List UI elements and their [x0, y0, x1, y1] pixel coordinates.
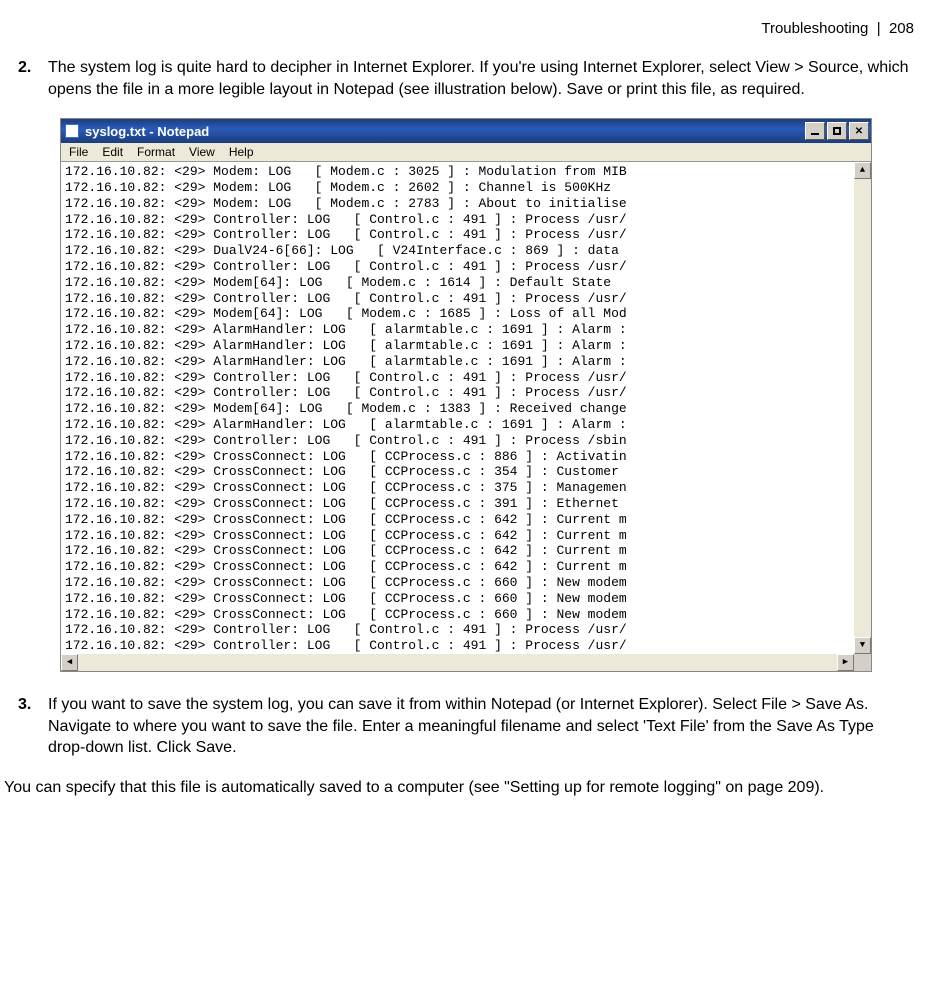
window-title: syslog.txt - Notepad	[85, 124, 805, 139]
step-text: If you want to save the system log, you …	[46, 694, 914, 759]
notepad-window: syslog.txt - Notepad File Edit Format Vi…	[60, 118, 872, 672]
close-button[interactable]	[849, 122, 869, 140]
step-number: 2.	[18, 57, 46, 100]
document-icon	[65, 124, 79, 138]
menu-view[interactable]: View	[189, 145, 215, 159]
scroll-right-icon[interactable]: ▶	[837, 654, 854, 671]
menu-format[interactable]: Format	[137, 145, 175, 159]
menu-help[interactable]: Help	[229, 145, 254, 159]
scroll-down-icon[interactable]: ▼	[854, 637, 871, 654]
scroll-up-icon[interactable]: ▲	[854, 162, 871, 179]
step-number: 3.	[18, 694, 46, 759]
vertical-scrollbar[interactable]: ▲ ▼	[854, 162, 871, 654]
page-number: 208	[889, 20, 914, 37]
horizontal-scrollbar[interactable]: ◀ ▶	[61, 654, 871, 671]
scroll-corner	[854, 654, 871, 671]
step-3: 3. If you want to save the system log, y…	[18, 694, 914, 759]
log-content: 172.16.10.82: <29> Modem: LOG [ Modem.c …	[61, 162, 854, 654]
titlebar: syslog.txt - Notepad	[61, 119, 871, 143]
footer-paragraph: You can specify that this file is automa…	[4, 777, 924, 799]
menubar: File Edit Format View Help	[61, 143, 871, 162]
step-text: The system log is quite hard to decipher…	[46, 57, 914, 100]
maximize-button[interactable]	[827, 122, 847, 140]
menu-file[interactable]: File	[69, 145, 88, 159]
scroll-left-icon[interactable]: ◀	[61, 654, 78, 671]
text-area[interactable]: 172.16.10.82: <29> Modem: LOG [ Modem.c …	[61, 162, 871, 671]
section-label: Troubleshooting	[761, 20, 868, 37]
step-2: 2. The system log is quite hard to decip…	[18, 57, 914, 100]
minimize-button[interactable]	[805, 122, 825, 140]
page-header: Troubleshooting | 208	[0, 20, 914, 37]
menu-edit[interactable]: Edit	[102, 145, 123, 159]
